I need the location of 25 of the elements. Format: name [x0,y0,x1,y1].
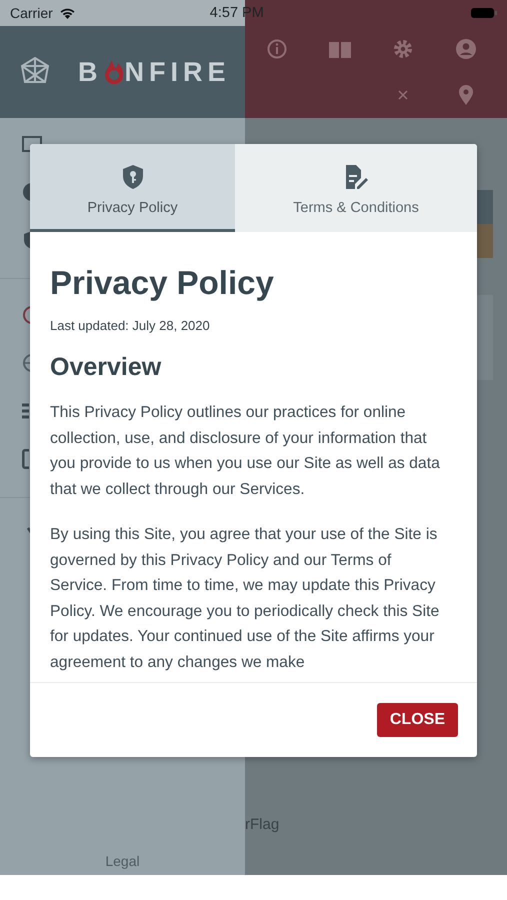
wifi-icon [58,7,76,19]
battery-icon [471,7,497,19]
policy-paragraph: By using this Site, you agree that your use of the Site is governed by this Privacy Policy and our Terms of Service. From time to time, we may update this Privacy Policy. We encourage you to periodically check this Site for updates. Your continued use of the Site affirms your agreement to any changes we make [50,525,440,672]
close-icon[interactable] [398,90,408,100]
info-icon[interactable] [266,39,286,59]
carrier-label: Carrier [10,5,53,21]
section-heading: Overview [50,353,162,382]
settings-icon[interactable] [392,39,412,59]
dialog-tab[interactable]: Privacy Policy [30,144,235,232]
logo-text: NFIRE [124,56,230,88]
dialog-tab[interactable]: Terms & Conditions [235,144,477,232]
flame-icon [102,59,124,85]
document-pencil-icon [344,164,368,190]
book-icon[interactable] [328,40,352,58]
dialog-title: Privacy Policy [50,264,275,302]
item-label: rFlag [245,816,280,833]
tablet-icon [22,449,29,469]
close-button[interactable]: CLOSE [376,703,458,737]
user-icon[interactable] [456,39,476,59]
location-pin-icon[interactable] [458,85,474,105]
logo-text: B [78,56,102,88]
shield-key-icon [122,164,144,190]
coins-icon [22,401,29,421]
last-updated-text: Last updated: July 28, 2020 [50,318,211,333]
policy-paragraph: This Privacy Policy outlines our practices for online collection, use, and disclosure of your information that you provide to us when you use our Site as well as data that we collect through our Services. [50,403,441,500]
